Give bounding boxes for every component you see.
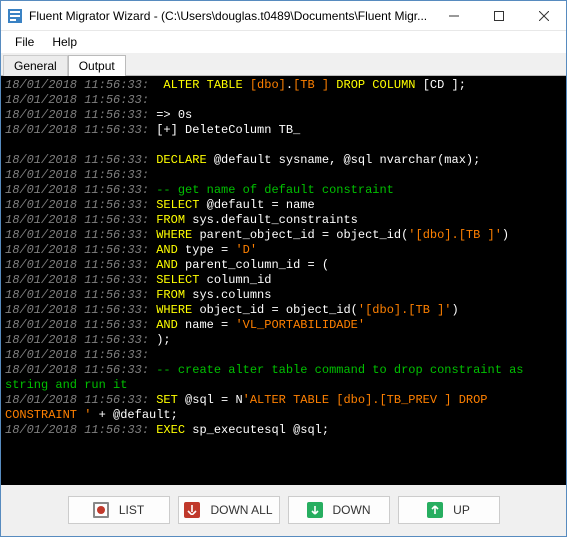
menu-file[interactable]: File	[7, 33, 42, 51]
minimize-button[interactable]	[431, 1, 476, 30]
window-controls	[431, 1, 566, 30]
console-output[interactable]: 18/01/2018 11:56:33: ALTER TABLE [dbo].[…	[1, 76, 566, 440]
up-button-label: UP	[453, 503, 470, 517]
list-button-label: LIST	[119, 503, 144, 517]
maximize-button[interactable]	[476, 1, 521, 30]
title-bar: Fluent Migrator Wizard - (C:\Users\dougl…	[1, 1, 566, 31]
arrow-up-icon	[427, 502, 443, 518]
output-panel: 18/01/2018 11:56:33: ALTER TABLE [dbo].[…	[1, 75, 566, 485]
tab-strip: General Output	[1, 53, 566, 75]
record-icon	[93, 502, 109, 518]
app-icon	[7, 8, 23, 24]
arrow-down-all-icon	[184, 502, 200, 518]
down-all-button[interactable]: DOWN ALL	[178, 496, 280, 524]
window-title: Fluent Migrator Wizard - (C:\Users\dougl…	[29, 9, 431, 23]
arrow-down-icon	[307, 502, 323, 518]
down-all-button-label: DOWN ALL	[210, 503, 272, 517]
menu-help[interactable]: Help	[44, 33, 85, 51]
action-bar: LIST DOWN ALL DOWN UP	[1, 485, 566, 535]
tab-general[interactable]: General	[3, 55, 68, 76]
menu-bar: File Help	[1, 31, 566, 53]
up-button[interactable]: UP	[398, 496, 500, 524]
close-button[interactable]	[521, 1, 566, 30]
list-button[interactable]: LIST	[68, 496, 170, 524]
tab-output[interactable]: Output	[68, 55, 126, 76]
down-button[interactable]: DOWN	[288, 496, 390, 524]
down-button-label: DOWN	[333, 503, 371, 517]
